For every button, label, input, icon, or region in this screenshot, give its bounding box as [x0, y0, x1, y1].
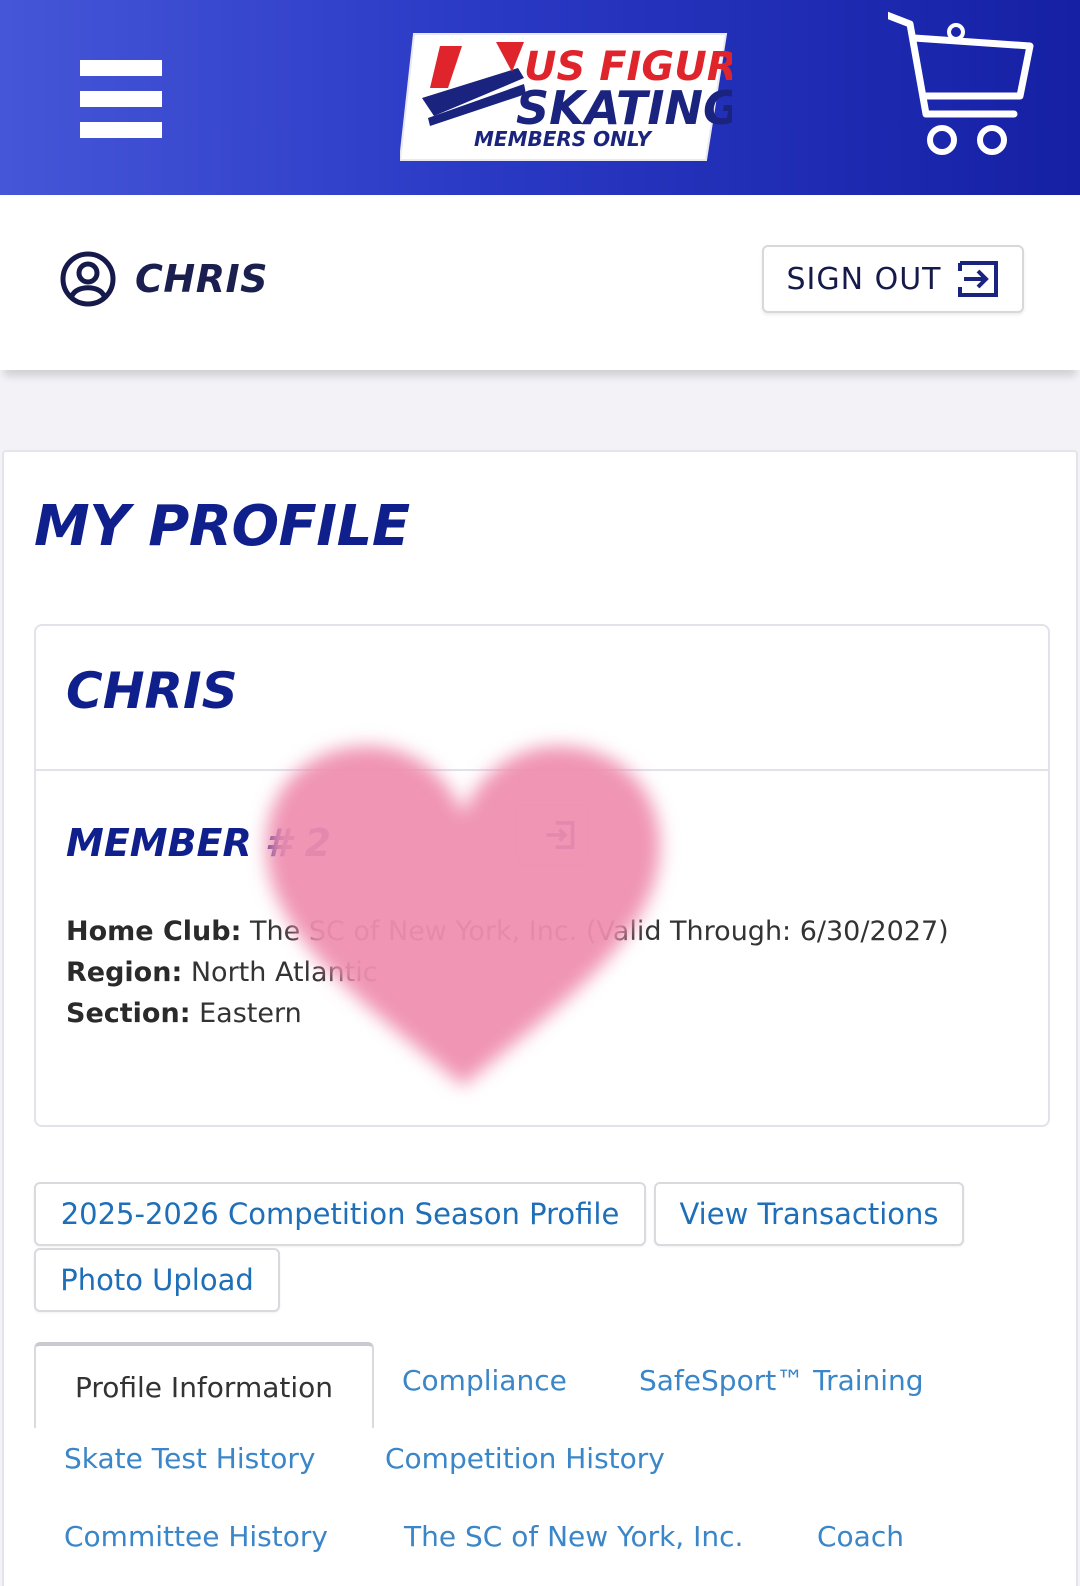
user-bar: CHRIS SIGN OUT: [0, 195, 1080, 370]
tab-profile-information[interactable]: Profile Information: [34, 1342, 374, 1428]
home-club-label: Home Club:: [66, 916, 242, 947]
profile-card: CHRIS MEMBER # 2 Home Club: The SC of Ne…: [34, 624, 1050, 1127]
membership-info: Home Club: The SC of New York, Inc. (Val…: [66, 911, 966, 1034]
sign-out-button[interactable]: SIGN OUT: [762, 245, 1024, 313]
region-value: North Atlantic: [190, 957, 378, 988]
tab-competition-history[interactable]: Competition History: [385, 1442, 665, 1475]
hamburger-icon[interactable]: [80, 60, 162, 138]
page-title: MY PROFILE: [34, 494, 410, 559]
tab-safesport-training[interactable]: SafeSport™ Training: [639, 1364, 924, 1397]
home-club-value: The SC of New York, Inc. (Valid Through:…: [250, 916, 949, 947]
region-label: Region:: [66, 957, 183, 988]
section-row: Section: Eastern: [66, 993, 966, 1034]
tab-compliance[interactable]: Compliance: [402, 1364, 567, 1397]
section-label: Section:: [66, 998, 191, 1029]
view-transactions-button[interactable]: View Transactions: [654, 1182, 964, 1246]
profile-card-name: CHRIS: [66, 662, 238, 720]
region-row: Region: North Atlantic: [66, 952, 966, 993]
top-header: US FIGURE SKATING MEMBERS ONLY: [0, 0, 1080, 195]
us-figure-skating-logo[interactable]: US FIGURE SKATING MEMBERS ONLY: [398, 28, 765, 164]
tab-club[interactable]: The SC of New York, Inc.: [404, 1520, 743, 1553]
sign-out-label: SIGN OUT: [786, 261, 942, 297]
user-circle-icon: [60, 251, 116, 307]
profile-panel: MY PROFILE CHRIS MEMBER # 2 Home Club: T…: [2, 450, 1078, 1586]
sign-out-icon: [956, 257, 1000, 301]
home-club-row: Home Club: The SC of New York, Inc. (Val…: [66, 911, 966, 952]
section-value: Eastern: [199, 998, 302, 1029]
competition-season-profile-button[interactable]: 2025-2026 Competition Season Profile: [34, 1182, 646, 1246]
tab-coach[interactable]: Coach: [817, 1520, 904, 1553]
logo-line3: MEMBERS ONLY: [474, 127, 654, 151]
member-number: MEMBER # 2: [66, 821, 332, 865]
cart-icon[interactable]: [880, 8, 1048, 168]
profile-card-header: CHRIS: [36, 626, 1048, 771]
tab-skate-test-history[interactable]: Skate Test History: [64, 1442, 315, 1475]
tab-committee-history[interactable]: Committee History: [64, 1520, 328, 1553]
user-name: CHRIS: [135, 257, 268, 301]
photo-upload-button[interactable]: Photo Upload: [34, 1248, 280, 1312]
copy-icon[interactable]: [516, 804, 588, 866]
